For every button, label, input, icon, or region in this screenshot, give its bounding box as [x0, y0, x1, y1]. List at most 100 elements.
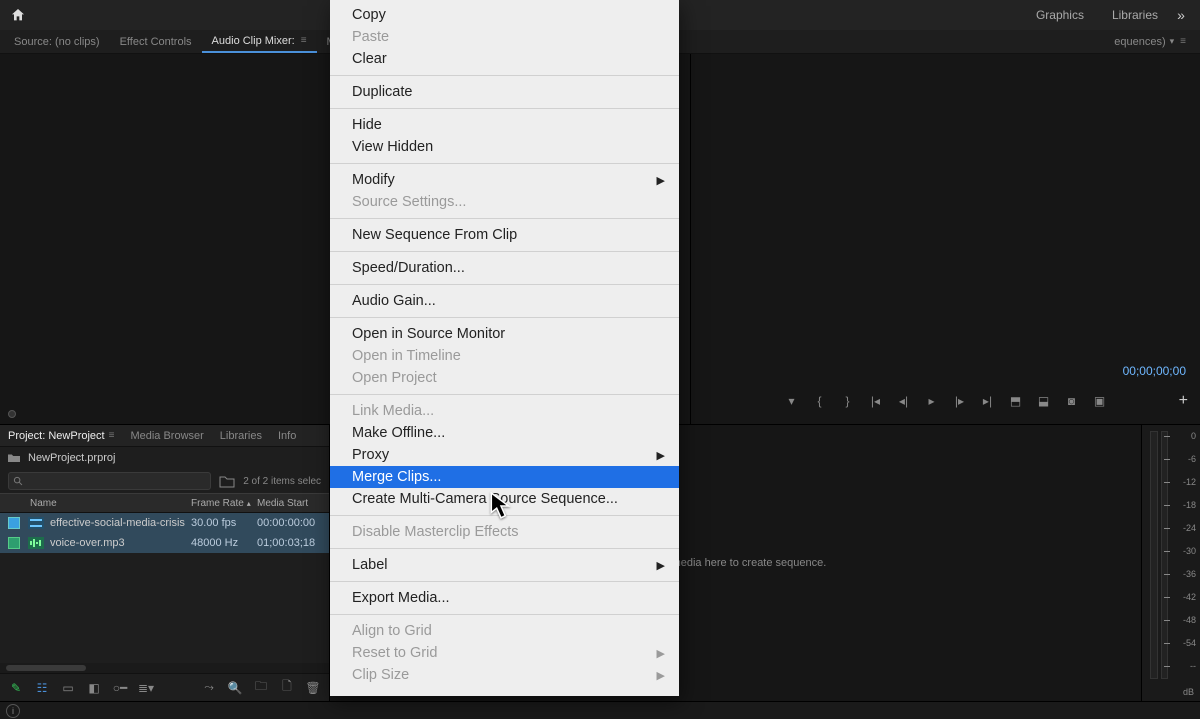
menu-item-merge-clips[interactable]: Merge Clips... [330, 466, 679, 488]
icon-view-icon[interactable]: ▭ [60, 680, 76, 696]
menu-item-hide[interactable]: Hide [330, 114, 679, 136]
project-row[interactable]: voice-over.mp348000 Hz01;00:03;18 [0, 533, 329, 553]
menu-item-label[interactable]: Label▶ [330, 554, 679, 576]
bracket-out-icon[interactable]: } [841, 394, 855, 408]
write-icon[interactable]: ✎ [8, 680, 24, 696]
menu-separator [330, 108, 679, 109]
submenu-arrow-icon: ▶ [657, 174, 665, 187]
menu-item-export-media[interactable]: Export Media... [330, 587, 679, 609]
project-file-row: NewProject.prproj [0, 447, 329, 469]
menu-item-open-in-source-monitor[interactable]: Open in Source Monitor [330, 323, 679, 345]
tab-media-browser[interactable]: Media Browser [122, 425, 211, 446]
comparison-icon[interactable]: ▣ [1093, 394, 1107, 408]
menu-item-duplicate[interactable]: Duplicate [330, 81, 679, 103]
info-icon[interactable]: i [6, 704, 20, 718]
button-editor-icon[interactable]: + [1179, 392, 1188, 410]
meter-tick-line [1164, 528, 1170, 529]
context-menu: CopyPasteClearDuplicateHideView HiddenMo… [330, 0, 679, 696]
tab-libraries[interactable]: Libraries [212, 425, 270, 446]
panel-menu-icon[interactable]: ≡ [301, 35, 307, 46]
submenu-arrow-icon: ▶ [657, 559, 665, 572]
export-frame-icon[interactable]: ◙ [1065, 394, 1079, 408]
meter-tick-line [1164, 643, 1170, 644]
tab-info[interactable]: Info [270, 425, 304, 446]
search-input[interactable] [8, 472, 211, 490]
tab-source[interactable]: Source: (no clips) [4, 30, 110, 53]
project-rows: effective-social-media-crisis30.00 fps00… [0, 513, 329, 663]
column-frame-rate[interactable]: Frame Rate ▴ [191, 498, 257, 509]
audio-clip-icon [28, 537, 44, 549]
meter-unit: dB [1183, 687, 1194, 697]
home-icon[interactable] [10, 7, 26, 23]
tab-effect-controls[interactable]: Effect Controls [110, 30, 202, 53]
sort-icon[interactable]: ≣▾ [138, 680, 154, 696]
menu-item-view-hidden[interactable]: View Hidden [330, 136, 679, 158]
horizontal-scrollbar[interactable] [0, 663, 329, 673]
menu-item-make-offline[interactable]: Make Offline... [330, 422, 679, 444]
clip-media-start: 01;00:03;18 [257, 537, 329, 549]
workspace-overflow-icon[interactable]: » [1172, 7, 1190, 23]
clip-media-start: 00:00:00:00 [257, 517, 329, 529]
meter-tick: -48 [1174, 615, 1196, 625]
freeform-view-icon[interactable]: ◧ [86, 680, 102, 696]
project-search-row: 2 of 2 items selec [0, 469, 329, 493]
tab-label: Audio Clip Mixer: [212, 35, 295, 47]
workspace-tab-libraries[interactable]: Libraries [1098, 8, 1172, 22]
bin-icon[interactable] [8, 453, 20, 463]
lift-icon[interactable]: ⬒ [1009, 394, 1023, 408]
menu-separator [330, 394, 679, 395]
bracket-in-icon[interactable]: { [813, 394, 827, 408]
meter-tick: -30 [1174, 546, 1196, 556]
tab-audio-clip-mixer[interactable]: Audio Clip Mixer: ≡ [202, 30, 317, 53]
meter-tick-line [1164, 574, 1170, 575]
menu-item-proxy[interactable]: Proxy▶ [330, 444, 679, 466]
clip-frame-rate: 30.00 fps [191, 517, 257, 529]
project-row[interactable]: effective-social-media-crisis30.00 fps00… [0, 513, 329, 533]
step-back-icon[interactable]: ◂| [897, 394, 911, 408]
column-media-start[interactable]: Media Start [257, 498, 329, 509]
list-view-icon[interactable]: ☷ [34, 680, 50, 696]
meter-tick: -42 [1174, 592, 1196, 602]
menu-item-audio-gain[interactable]: Audio Gain... [330, 290, 679, 312]
meter-tick-line [1164, 505, 1170, 506]
play-icon[interactable]: ▸ [925, 394, 939, 408]
panel-menu-icon[interactable]: ≡ [109, 430, 115, 441]
label-swatch [8, 537, 20, 549]
tab-program-sequences[interactable]: equences) ▾ ≡ [1104, 36, 1196, 48]
menu-item-align-to-grid: Align to Grid [330, 620, 679, 642]
menu-item-clip-size: Clip Size▶ [330, 664, 679, 686]
mark-in-icon[interactable]: ▾ [785, 394, 799, 408]
meter-tick: -12 [1174, 477, 1196, 487]
column-name[interactable]: Name [0, 498, 191, 509]
menu-item-modify[interactable]: Modify▶ [330, 169, 679, 191]
menu-separator [330, 218, 679, 219]
extract-icon[interactable]: ⬓ [1037, 394, 1051, 408]
new-bin-button-icon[interactable]: 🗀 [253, 680, 269, 696]
panel-menu-icon[interactable]: ≡ [1180, 36, 1186, 47]
menu-item-clear[interactable]: Clear [330, 48, 679, 70]
go-to-in-icon[interactable]: |◂ [869, 394, 883, 408]
meter-tick: -54 [1174, 638, 1196, 648]
cursor-icon [490, 492, 512, 518]
meter-tick: 0 [1174, 431, 1196, 441]
menu-separator [330, 163, 679, 164]
step-fwd-icon[interactable]: |▸ [953, 394, 967, 408]
trash-icon[interactable]: 🗑 [305, 680, 321, 696]
status-bar: i [0, 701, 1200, 719]
menu-item-new-sequence-from-clip[interactable]: New Sequence From Clip [330, 224, 679, 246]
clip-name: voice-over.mp3 [50, 537, 191, 549]
new-bin-icon[interactable] [219, 474, 235, 488]
new-item-icon[interactable]: 🗋 [279, 680, 295, 696]
zoom-slider-icon[interactable]: ○━ [112, 680, 128, 696]
meter-tick-line [1164, 482, 1170, 483]
menu-separator [330, 548, 679, 549]
sort-asc-icon: ▴ [247, 499, 251, 508]
menu-item-copy[interactable]: Copy [330, 4, 679, 26]
automate-icon[interactable]: ⤳ [201, 680, 217, 696]
find-icon[interactable]: 🔍 [227, 680, 243, 696]
workspace-tab-graphics[interactable]: Graphics [1022, 8, 1098, 22]
tab-project[interactable]: Project: NewProject ≡ [0, 425, 122, 446]
meter-tick-line [1164, 620, 1170, 621]
menu-item-speed-duration[interactable]: Speed/Duration... [330, 257, 679, 279]
go-to-out-icon[interactable]: ▸| [981, 394, 995, 408]
